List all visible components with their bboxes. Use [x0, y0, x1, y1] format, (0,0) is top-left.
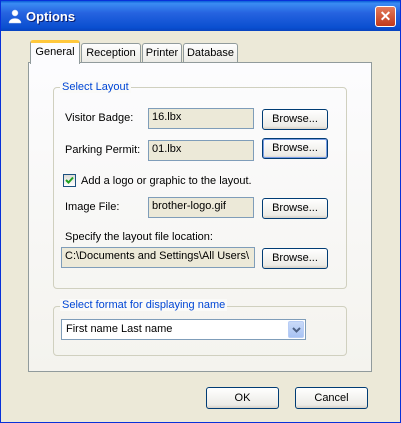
title-bar[interactable]: Options ✕: [1, 1, 400, 31]
name-format-title: Select format for displaying name: [60, 299, 228, 311]
browse-label: Browse...: [272, 252, 318, 264]
name-format-value: First name Last name: [66, 323, 173, 335]
browse-label: Browse...: [272, 202, 318, 214]
image-file-value: brother-logo.gif: [152, 200, 226, 212]
name-format-select[interactable]: First name Last name: [61, 319, 306, 340]
browse-label: Browse...: [272, 113, 318, 125]
parking-permit-field[interactable]: 01.lbx: [148, 140, 254, 161]
tab-general[interactable]: General: [30, 40, 80, 64]
parking-permit-value: 01.lbx: [152, 143, 182, 155]
tab-label: Database: [186, 47, 235, 59]
layout-location-field[interactable]: C:\Documents and Settings\All Users\: [61, 247, 255, 268]
tab-printer[interactable]: Printer: [142, 43, 182, 62]
image-file-browse-button[interactable]: Browse...: [262, 198, 328, 219]
tab-database[interactable]: Database: [183, 43, 238, 62]
parking-permit-label: Parking Permit:: [65, 144, 141, 156]
browse-label: Browse...: [272, 142, 318, 154]
tab-label: Printer: [145, 47, 179, 59]
options-dialog: Options ✕ General Reception Printer Data…: [0, 0, 401, 423]
user-icon: [8, 9, 22, 24]
visitor-badge-browse-button[interactable]: Browse...: [262, 109, 328, 130]
close-button[interactable]: ✕: [375, 6, 396, 27]
tab-label: Reception: [86, 47, 136, 59]
tab-reception[interactable]: Reception: [81, 43, 141, 62]
checkmark-icon: [65, 176, 74, 184]
visitor-badge-value: 16.lbx: [152, 111, 182, 123]
image-file-field[interactable]: brother-logo.gif: [148, 197, 254, 218]
ok-button[interactable]: OK: [206, 387, 279, 409]
chevron-down-icon: [292, 327, 301, 333]
ok-label: OK: [234, 392, 251, 404]
add-logo-label[interactable]: Add a logo or graphic to the layout.: [81, 175, 252, 187]
layout-location-label: Specify the layout file location:: [65, 231, 213, 243]
layout-location-value: C:\Documents and Settings\All Users\: [65, 250, 250, 262]
tab-label: General: [35, 46, 75, 58]
cancel-label: Cancel: [314, 392, 349, 404]
visitor-badge-label: Visitor Badge:: [65, 112, 134, 124]
layout-location-browse-button[interactable]: Browse...: [262, 248, 328, 269]
parking-permit-browse-button[interactable]: Browse...: [262, 138, 328, 159]
window-title: Options: [26, 9, 76, 24]
close-icon: ✕: [379, 8, 392, 24]
visitor-badge-field[interactable]: 16.lbx: [148, 108, 254, 129]
select-layout-title: Select Layout: [60, 81, 131, 93]
add-logo-checkbox[interactable]: [63, 174, 76, 187]
cancel-button[interactable]: Cancel: [295, 387, 368, 409]
image-file-label: Image File:: [65, 201, 120, 213]
dropdown-button[interactable]: [288, 321, 304, 338]
